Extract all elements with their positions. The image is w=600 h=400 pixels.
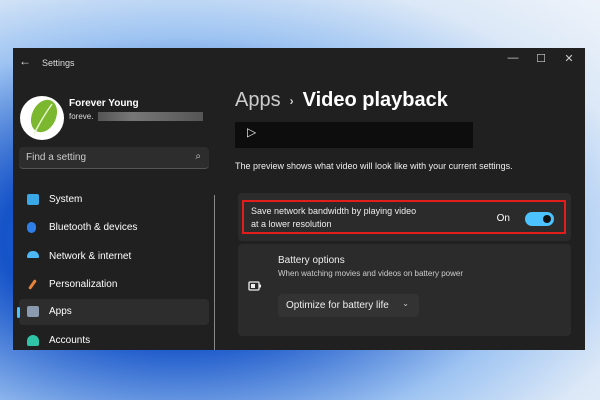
search-input[interactable]: Find a setting ⌕: [19, 147, 209, 169]
sidebar-item-label: Apps: [49, 306, 72, 317]
breadcrumb: Apps › Video playback: [235, 89, 448, 112]
video-preview[interactable]: ▷: [235, 122, 473, 148]
search-placeholder: Find a setting: [26, 152, 87, 163]
leaf-icon: [30, 99, 58, 135]
sidebar-item-personalization[interactable]: Personalization: [19, 272, 209, 298]
bluetooth-icon: [27, 222, 36, 233]
toggle-state: On: [496, 213, 510, 224]
sidebar-item-network[interactable]: Network & internet: [19, 244, 209, 270]
sidebar-item-accounts[interactable]: Accounts: [19, 328, 209, 350]
account-icon: [27, 335, 39, 346]
sidebar-scrollbar[interactable]: [214, 195, 215, 350]
title-bar: ← Settings — ☐ ✕: [13, 48, 585, 74]
sidebar-item-label: System: [49, 194, 83, 205]
dropdown-value: Optimize for battery life: [286, 300, 389, 311]
sidebar-item-label: Personalization: [49, 279, 118, 290]
sidebar-item-system[interactable]: System: [19, 187, 209, 213]
battery-options-dropdown[interactable]: Optimize for battery life ⌄: [278, 294, 419, 317]
play-icon[interactable]: ▷: [247, 125, 256, 139]
bandwidth-label: Save network bandwidth by playing video a…: [251, 205, 416, 231]
label-line: at a lower resolution: [251, 219, 332, 229]
page-title: Video playback: [302, 89, 448, 111]
sidebar-item-label: Network & internet: [49, 251, 132, 262]
back-button[interactable]: ←: [19, 54, 31, 68]
chevron-down-icon: ⌄: [402, 299, 409, 308]
settings-window: ← Settings — ☐ ✕ Forever Young foreve. F…: [13, 48, 585, 350]
wifi-icon: [27, 251, 39, 258]
email-redaction: [98, 112, 203, 121]
apps-icon: [27, 306, 39, 317]
sidebar-item-label: Bluetooth & devices: [49, 222, 138, 233]
bandwidth-setting-card: Save network bandwidth by playing video a…: [238, 193, 571, 241]
battery-icon: [248, 281, 262, 294]
chevron-right-icon: ›: [289, 93, 294, 108]
highlight-box: Save network bandwidth by playing video a…: [242, 200, 566, 234]
search-icon: ⌕: [195, 151, 201, 162]
preview-description: The preview shows what video will look l…: [235, 161, 513, 171]
system-icon: [27, 194, 39, 205]
bandwidth-toggle[interactable]: [525, 212, 554, 226]
label-line: Save network bandwidth by playing video: [251, 206, 417, 216]
maximize-button[interactable]: ☐: [529, 52, 553, 65]
sidebar-item-label: Accounts: [49, 335, 91, 346]
app-title: Settings: [42, 58, 75, 68]
close-button[interactable]: ✕: [557, 52, 581, 65]
battery-options-card: Battery options When watching movies and…: [238, 244, 571, 336]
sidebar-item-apps[interactable]: Apps: [17, 299, 209, 325]
breadcrumb-apps[interactable]: Apps: [235, 89, 281, 111]
battery-subtitle: When watching movies and videos on batte…: [278, 269, 463, 278]
user-email: foreve.: [69, 112, 94, 121]
brush-icon: [28, 279, 37, 290]
user-name: Forever Young: [69, 98, 139, 109]
avatar[interactable]: [20, 96, 64, 140]
minimize-button[interactable]: —: [501, 52, 525, 64]
sidebar-item-bluetooth[interactable]: Bluetooth & devices: [19, 215, 209, 241]
battery-title: Battery options: [278, 255, 345, 266]
